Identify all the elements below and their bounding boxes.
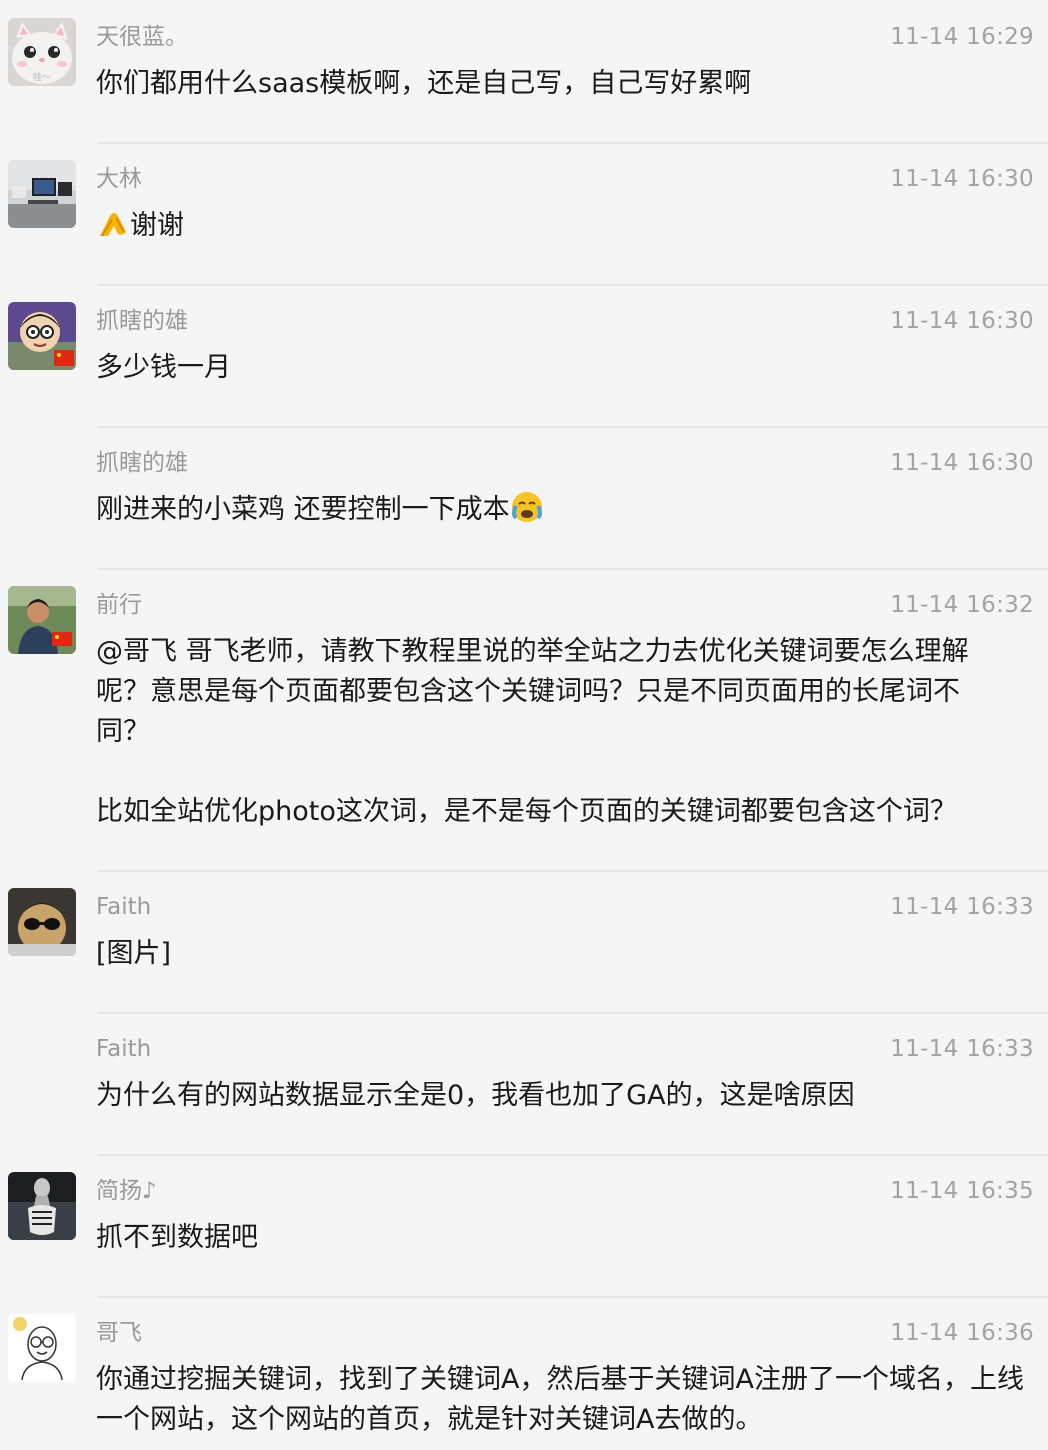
- message-text-content: 谢谢: [130, 210, 184, 241]
- message-time: 11-14 16:30: [890, 450, 1034, 476]
- message-text: 为什么有的网站数据显示全是0，我看也加了GA的，这是啥原因: [96, 1080, 855, 1111]
- message-time: 11-14 16:30: [890, 308, 1034, 334]
- desk-setup-avatar-icon: [8, 160, 76, 228]
- chat-message: Faith 11-14 16:33 [图片]: [0, 870, 1048, 1012]
- sketch-face-avatar-icon: [8, 1314, 76, 1382]
- sender-name: Faith: [96, 1036, 152, 1062]
- avatar-tiger[interactable]: [8, 1172, 76, 1240]
- avatar-sketch[interactable]: [8, 1314, 76, 1382]
- message-text: 刚进来的小菜鸡 还要控制一下成本: [96, 482, 1034, 530]
- message-text: 你通过挖掘关键词，找到了关键词A，然后基于关键词A注册了一个域名，上线一个网站，…: [96, 1364, 1024, 1435]
- message-time: 11-14 16:33: [890, 894, 1034, 920]
- message-text-content: 刚进来的小菜鸡 还要控制一下成本: [96, 494, 510, 525]
- sender-name: 天很蓝。: [96, 24, 188, 50]
- chat-message: 抓瞎的雄 11-14 16:30 多少钱一月: [0, 284, 1048, 426]
- avatar-sunglasses[interactable]: [8, 888, 76, 956]
- message-text: 你们都用什么saas模板啊，还是自己写，自己写好累啊: [96, 68, 752, 99]
- message-time: 11-14 16:33: [890, 1036, 1034, 1062]
- svg-text:哇～: 哇～: [33, 72, 51, 83]
- sender-name: Faith: [96, 894, 152, 920]
- avatar-cartoon-boy[interactable]: [8, 302, 76, 370]
- chat-message: 哇～ 天很蓝。 11-14 16:29 你们都用什么saas模板啊，还是自己写，…: [0, 0, 1048, 142]
- chat-message: 前行 11-14 16:32 @哥飞 哥飞老师，请教下教程里说的举全站之力去优化…: [0, 568, 1048, 870]
- sender-name: 抓瞎的雄: [96, 450, 188, 476]
- sunglasses-avatar-icon: [8, 888, 76, 956]
- message-time: 11-14 16:30: [890, 166, 1034, 192]
- message-time: 11-14 16:35: [890, 1178, 1034, 1204]
- tiger-reflection-avatar-icon: [8, 1172, 76, 1240]
- message-text: @哥飞 哥飞老师，请教下教程里说的举全站之力去优化关键词要怎么理解呢？意思是每个…: [96, 636, 969, 827]
- cartoon-boy-avatar-icon: [8, 302, 76, 370]
- sender-name: 简扬♪: [96, 1178, 157, 1204]
- message-text: 谢谢: [96, 198, 1034, 246]
- message-time: 11-14 16:36: [890, 1320, 1034, 1346]
- chat-message: 大林 11-14 16:30 谢谢: [0, 142, 1048, 284]
- avatar-desk[interactable]: [8, 160, 76, 228]
- sender-name: 抓瞎的雄: [96, 308, 188, 334]
- message-time: 11-14 16:32: [890, 592, 1034, 618]
- message-text: 抓不到数据吧: [96, 1222, 258, 1253]
- message-text: 多少钱一月: [96, 352, 231, 383]
- sender-name: 哥飞: [96, 1320, 142, 1346]
- chat-message: 抓瞎的雄 11-14 16:30 刚进来的小菜鸡 还要控制一下成本: [0, 426, 1048, 568]
- person-avatar-icon: [8, 586, 76, 654]
- sender-name: 大林: [96, 166, 142, 192]
- chat-message: Faith 11-14 16:33 为什么有的网站数据显示全是0，我看也加了GA…: [0, 1012, 1048, 1154]
- hands-together-emoji-icon: [96, 206, 130, 240]
- cat-avatar-icon: 哇～: [8, 18, 76, 86]
- message-text[interactable]: [图片]: [96, 926, 1034, 974]
- chat-message: 哥飞 11-14 16:36 你通过挖掘关键词，找到了关键词A，然后基于关键词A…: [0, 1296, 1048, 1450]
- avatar-cat[interactable]: 哇～: [8, 18, 76, 86]
- crying-face-emoji-icon: [510, 490, 544, 524]
- message-time: 11-14 16:29: [890, 24, 1034, 50]
- sender-name: 前行: [96, 592, 142, 618]
- avatar-person[interactable]: [8, 586, 76, 654]
- chat-message: 简扬♪ 11-14 16:35 抓不到数据吧: [0, 1154, 1048, 1296]
- chat-message-list: 哇～ 天很蓝。 11-14 16:29 你们都用什么saas模板啊，还是自己写，…: [0, 0, 1048, 1450]
